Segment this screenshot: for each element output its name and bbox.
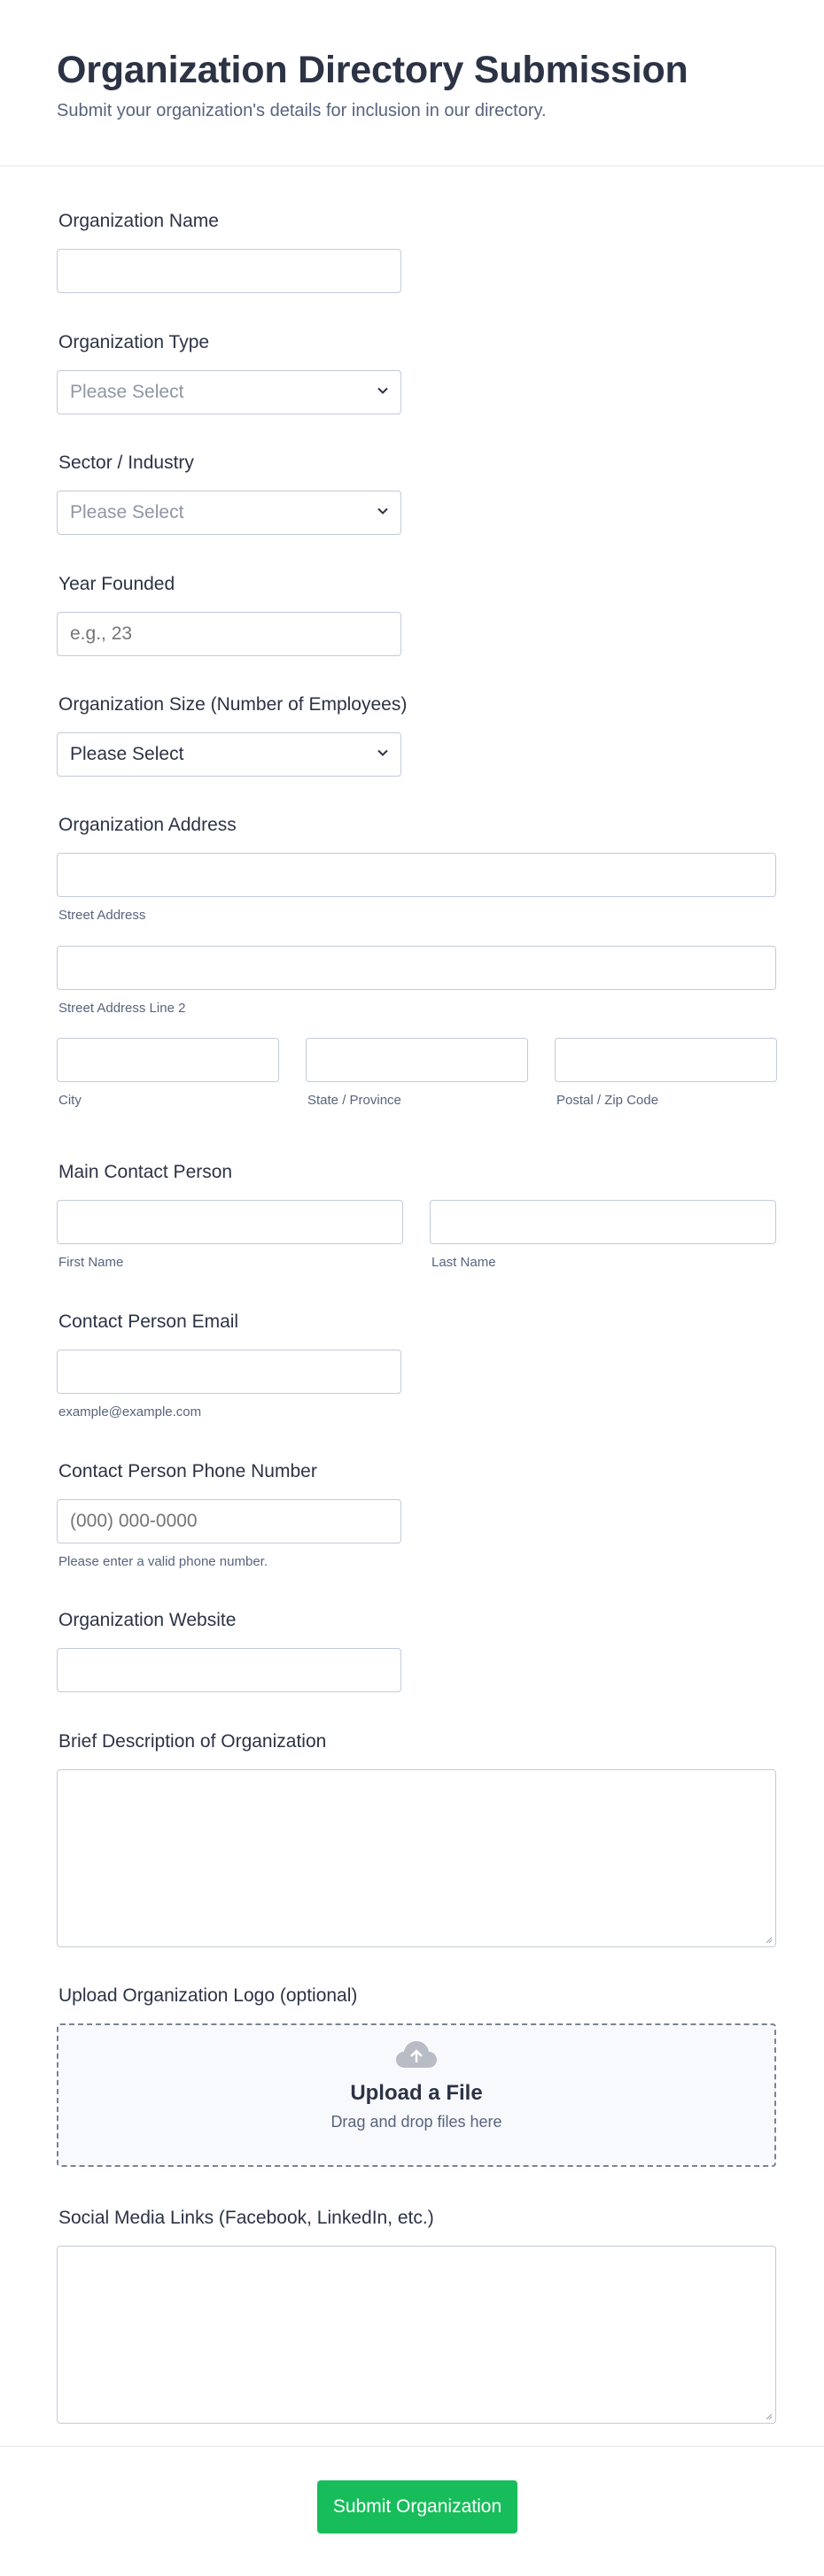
city-input[interactable] [57,1038,279,1082]
field-contact: Main Contact Person First Name Last Name [57,1161,776,1270]
phone-sublabel: Please enter a valid phone number. [58,1554,268,1569]
field-website: Organization Website [57,1609,401,1692]
upload-title: Upload a File [350,2081,483,2105]
phone-label: Contact Person Phone Number [58,1461,317,1481]
email-sublabel: example@example.com [58,1404,202,1420]
resize-grip-icon[interactable] [764,1935,773,1944]
street-address-line2-sublabel: Street Address Line 2 [58,1001,186,1016]
address-label: Organization Address [58,815,237,835]
zip-input[interactable] [555,1038,777,1082]
form-footer: Submit Organization [0,2446,824,2576]
form-body: Organization Name Organization Type Plea… [0,166,824,2446]
org-name-label: Organization Name [58,211,219,231]
street-address-line2-input[interactable] [57,946,776,990]
field-social-links: Social Media Links (Facebook, LinkedIn, … [57,2207,776,2424]
form-header: Organization Directory Submission Submit… [0,0,824,166]
cloud-upload-icon [396,2041,437,2068]
website-input[interactable] [57,1648,401,1692]
resize-grip-icon[interactable] [764,2411,773,2420]
contact-name-row: First Name Last Name [57,1200,776,1270]
sector-select[interactable]: Please Select [57,491,401,535]
field-org-name: Organization Name [57,210,401,293]
city-group: City [57,1038,279,1108]
chevron-down-icon [377,507,388,514]
last-name-group: Last Name [430,1200,776,1270]
page-title: Organization Directory Submission [57,49,688,91]
zip-sublabel: Postal / Zip Code [556,1093,659,1108]
org-name-input[interactable] [57,249,401,293]
org-size-label: Organization Size (Number of Employees) [58,694,408,715]
year-founded-input[interactable] [57,612,401,656]
street-address-sublabel: Street Address [58,908,146,923]
first-name-group: First Name [57,1200,403,1270]
chevron-down-icon [377,387,388,394]
field-address: Organization Address Street Address Stre… [57,814,777,1108]
phone-input[interactable] [57,1499,401,1543]
first-name-input[interactable] [57,1200,403,1244]
field-email: Contact Person Email example@example.com [57,1311,401,1420]
description-label: Brief Description of Organization [58,1731,327,1752]
sector-label: Sector / Industry [58,453,194,473]
contact-label: Main Contact Person [58,1162,233,1182]
social-label: Social Media Links (Facebook, LinkedIn, … [58,2208,434,2228]
address-city-row: City State / Province Postal / Zip Code [57,1038,777,1108]
field-year-founded: Year Founded [57,573,401,656]
email-input[interactable] [57,1350,401,1394]
org-type-value: Please Select [57,370,401,414]
state-input[interactable] [306,1038,528,1082]
field-sector: Sector / Industry Please Select [57,452,401,535]
state-sublabel: State / Province [307,1093,401,1108]
org-type-label: Organization Type [58,332,210,352]
zip-group: Postal / Zip Code [555,1038,777,1108]
last-name-input[interactable] [430,1200,776,1244]
email-label: Contact Person Email [58,1311,239,1332]
file-upload-dropzone[interactable]: Upload a File Drag and drop files here [57,2023,776,2167]
state-group: State / Province [306,1038,528,1108]
field-org-type: Organization Type Please Select [57,331,401,414]
upload-hint: Drag and drop files here [330,2113,502,2131]
sector-value: Please Select [57,491,401,535]
field-description: Brief Description of Organization [57,1730,776,1947]
year-founded-label: Year Founded [58,574,175,594]
first-name-sublabel: First Name [58,1255,124,1270]
description-textarea[interactable] [57,1769,776,1947]
street-address-input[interactable] [57,853,776,897]
page-subtitle: Submit your organization's details for i… [57,101,547,120]
city-sublabel: City [58,1093,82,1108]
chevron-down-icon [377,749,388,756]
org-size-value: Please Select [57,732,401,777]
last-name-sublabel: Last Name [431,1255,496,1270]
field-org-size: Organization Size (Number of Employees) … [57,693,407,777]
submit-button[interactable]: Submit Organization [317,2480,517,2533]
social-links-textarea[interactable] [57,2246,776,2424]
field-logo-upload: Upload Organization Logo (optional) Uplo… [57,1984,776,2167]
field-phone: Contact Person Phone Number Please enter… [57,1460,401,1569]
website-label: Organization Website [58,1610,237,1630]
org-size-select[interactable]: Please Select [57,732,401,777]
org-type-select[interactable]: Please Select [57,370,401,414]
logo-label: Upload Organization Logo (optional) [58,1985,358,2006]
